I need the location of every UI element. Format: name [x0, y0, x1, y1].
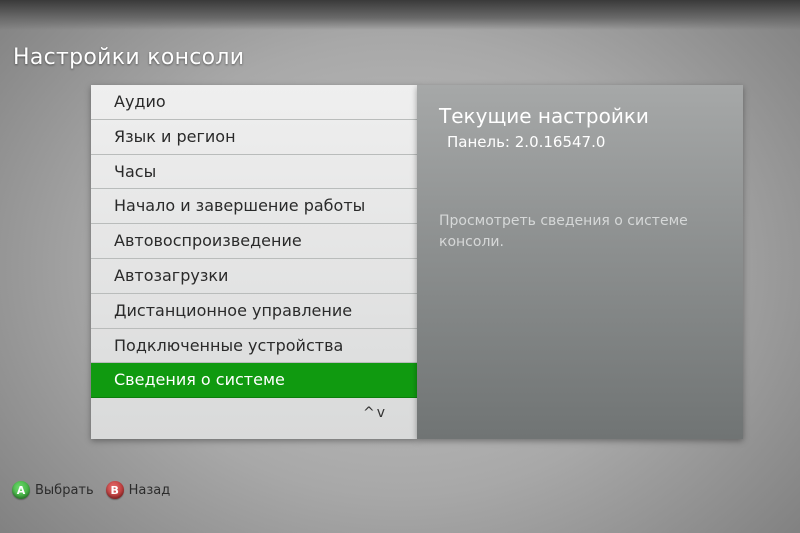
info-description: Просмотреть сведения о системе консоли.	[439, 213, 688, 250]
info-panel: Текущие настройки Панель: 2.0.16547.0 Пр…	[417, 85, 743, 439]
page-title: Настройки консоли	[13, 45, 245, 70]
b-button-icon: B	[105, 481, 124, 499]
menu-item-auto-downloads[interactable]: Автозагрузки	[91, 259, 417, 294]
chevron-up-icon[interactable]: ^	[363, 405, 377, 421]
menu-item-connected-devices[interactable]: Подключенные устройства	[91, 329, 417, 364]
menu-item-language-region[interactable]: Язык и регион	[91, 120, 417, 155]
settings-menu-panel: Аудио Язык и регион Часы Начало и заверш…	[91, 85, 417, 439]
select-hint[interactable]: A Выбрать	[12, 481, 94, 499]
top-bar	[0, 0, 800, 30]
dashboard-version: Панель: 2.0.16547.0	[447, 133, 606, 151]
menu-item-clock[interactable]: Часы	[91, 155, 417, 190]
scroll-arrows[interactable]: ^v	[363, 405, 387, 421]
menu-item-autoplay[interactable]: Автовоспроизведение	[91, 224, 417, 259]
back-label: Назад	[128, 482, 171, 498]
menu-item-startup-shutdown[interactable]: Начало и завершение работы	[91, 189, 417, 225]
select-label: Выбрать	[35, 482, 94, 498]
menu-item-audio[interactable]: Аудио	[91, 85, 417, 120]
menu-item-system-info[interactable]: Сведения о системе	[91, 363, 417, 399]
back-hint[interactable]: B Назад	[105, 481, 171, 499]
info-title: Текущие настройки	[439, 104, 649, 128]
menu-item-remote-control[interactable]: Дистанционное управление	[91, 294, 417, 329]
chevron-down-icon[interactable]: v	[377, 405, 387, 421]
a-button-icon: A	[12, 481, 30, 499]
button-hints: A Выбрать B Назад	[12, 480, 182, 500]
settings-menu-list: Аудио Язык и регион Часы Начало и заверш…	[91, 85, 417, 399]
